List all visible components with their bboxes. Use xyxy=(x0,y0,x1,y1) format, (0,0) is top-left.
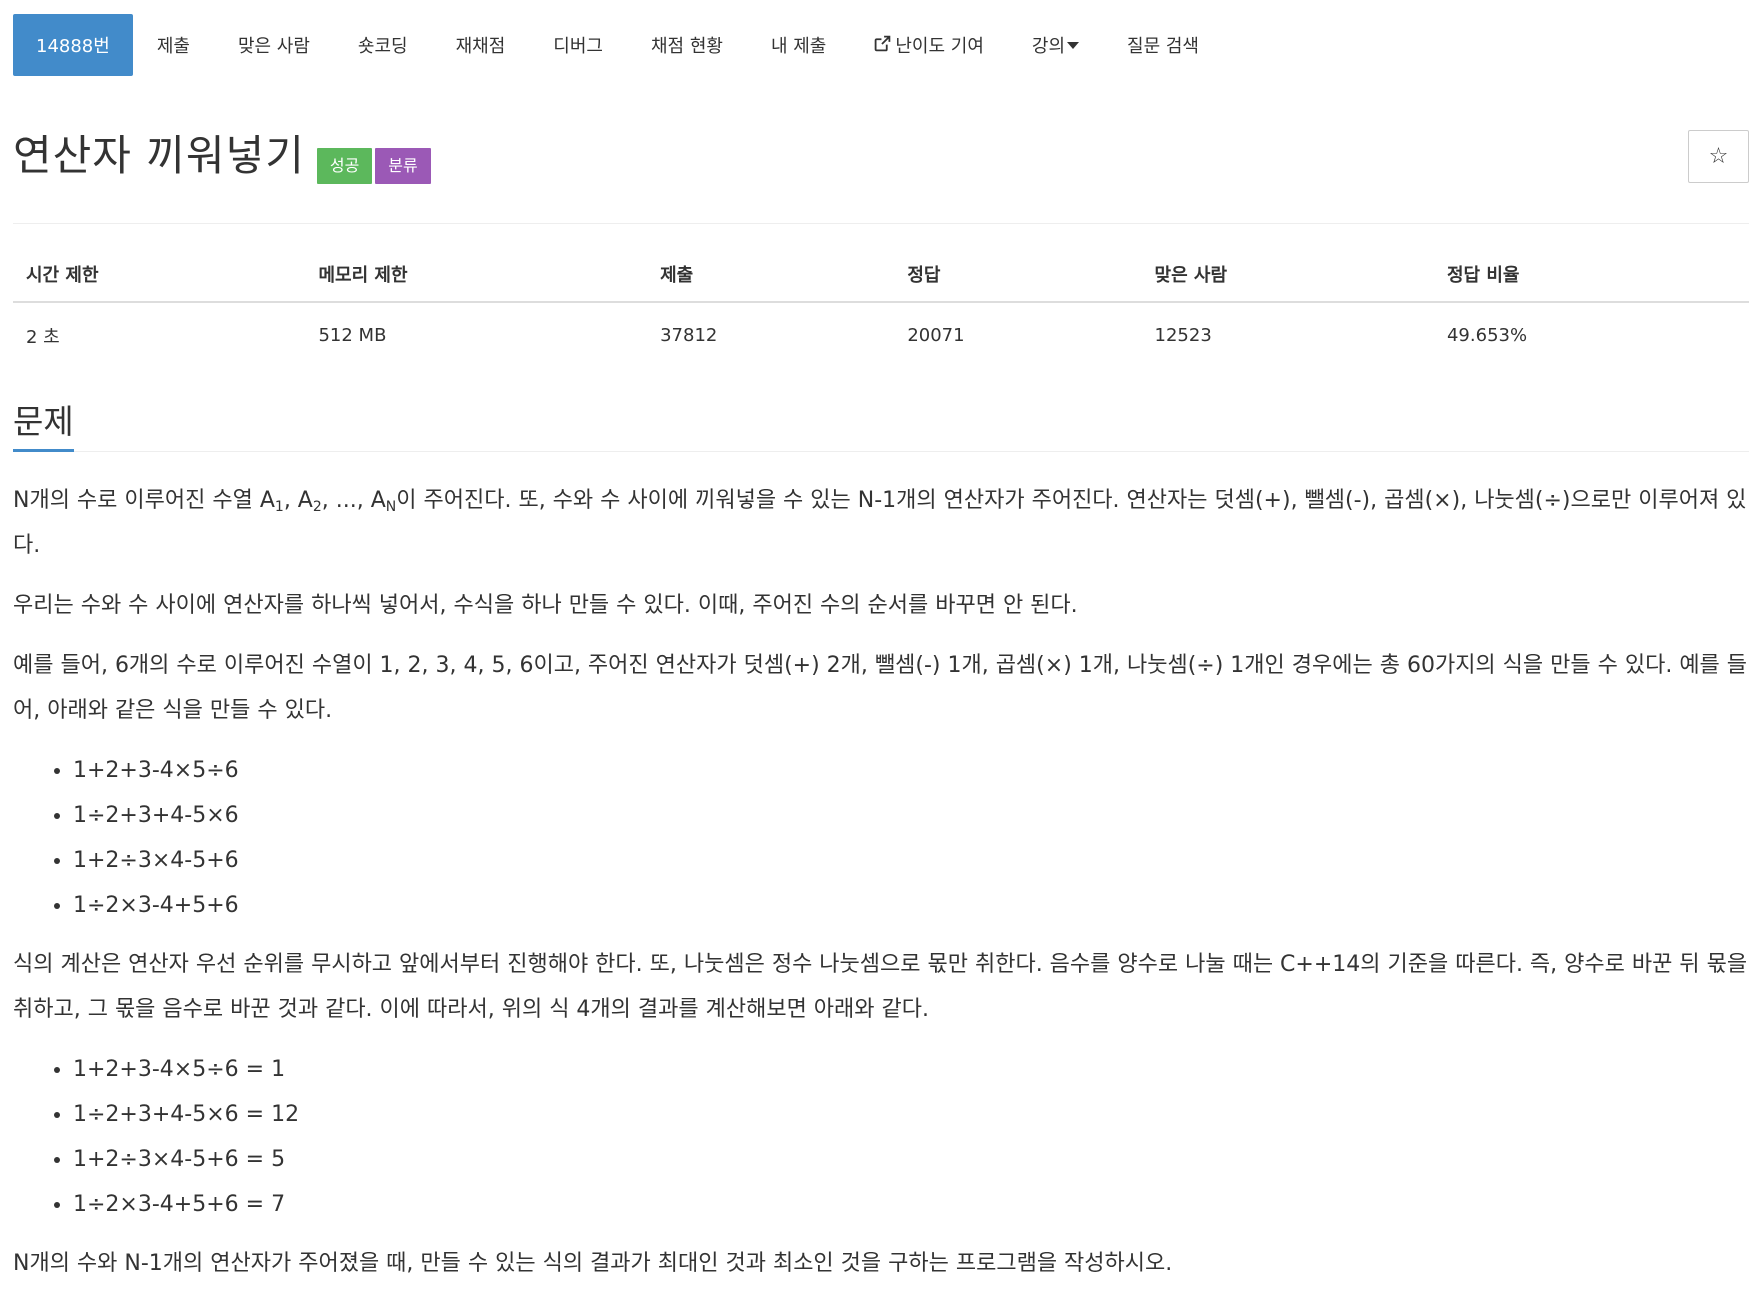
tab-difficulty-contribution[interactable]: 난이도 기여 xyxy=(850,14,1008,76)
subscript: 1 xyxy=(274,499,284,515)
memory-limit-value: 512 MB xyxy=(318,325,387,346)
header-submissions: 제출 xyxy=(647,261,895,303)
favorite-button[interactable]: ☆ xyxy=(1688,130,1749,183)
tab-label: 숏코딩 xyxy=(357,36,408,57)
tab-problem-number[interactable]: 14888번 xyxy=(13,14,133,76)
header-accept-ratio: 정답 비율 xyxy=(1433,261,1749,303)
accepted-value: 20071 xyxy=(907,325,965,346)
tab-label: 난이도 기여 xyxy=(895,36,984,57)
problem-page: 14888번 제출 맞은 사람 숏코딩 재채점 디버그 채점 현황 내 제출 난… xyxy=(0,0,1762,1309)
external-link-icon xyxy=(874,35,891,55)
tab-label: 제출 xyxy=(156,36,190,57)
section-title: 문제 xyxy=(13,402,74,452)
star-icon: ☆ xyxy=(1708,144,1729,169)
tab-label: 디버그 xyxy=(553,36,603,57)
list-item: 1+2÷3×4-5+6 = 5 xyxy=(73,1137,1749,1182)
problem-title: 연산자 끼워넣기 xyxy=(13,131,305,180)
problem-info-table: 시간 제한 메모리 제한 제출 정답 맞은 사람 정답 비율 2 초 512 M… xyxy=(13,261,1749,354)
text: N개의 수로 이루어진 수열 A xyxy=(13,488,275,513)
description-paragraph: 예를 들어, 6개의 수로 이루어진 수열이 1, 2, 3, 4, 5, 6이… xyxy=(13,653,1748,723)
tab-rejudge[interactable]: 재채점 xyxy=(432,14,530,76)
tab-label: 맞은 사람 xyxy=(237,36,310,57)
description-paragraph: 식의 계산은 연산자 우선 순위를 무시하고 앞에서부터 진행해야 한다. 또,… xyxy=(13,952,1748,1022)
subscript: N xyxy=(385,499,397,515)
subscript: 2 xyxy=(312,499,322,515)
category-badge[interactable]: 분류 xyxy=(375,148,431,184)
tab-short-coding[interactable]: 숏코딩 xyxy=(334,14,432,76)
tab-label: 내 제출 xyxy=(770,36,827,57)
header-time-limit: 시간 제한 xyxy=(13,261,306,303)
list-item: 1÷2×3-4+5+6 xyxy=(73,883,1749,928)
section-header: 문제 xyxy=(13,402,1749,452)
tab-label: 14888번 xyxy=(36,36,110,57)
list-item: 1+2+3-4×5÷6 xyxy=(73,748,1749,793)
table-row: 2 초 512 MB 37812 20071 12523 49.653% xyxy=(13,302,1749,354)
tab-label: 재채점 xyxy=(455,36,506,57)
tab-label: 강의 xyxy=(1031,36,1066,57)
problem-header: 연산자 끼워넣기 성공 분류 ☆ xyxy=(13,130,1749,224)
list-item: 1÷2+3+4-5×6 = 12 xyxy=(73,1092,1749,1137)
text: , A xyxy=(283,488,313,513)
submissions-value: 37812 xyxy=(660,325,718,346)
description-paragraph: N개의 수와 N-1개의 연산자가 주어졌을 때, 만들 수 있는 식의 결과가… xyxy=(13,1251,1173,1276)
tab-label: 채점 현황 xyxy=(650,36,723,57)
tab-my-submissions[interactable]: 내 제출 xyxy=(747,14,850,76)
example-expressions-list: 1+2+3-4×5÷6 1÷2+3+4-5×6 1+2÷3×4-5+6 1÷2×… xyxy=(13,748,1749,928)
list-item: 1÷2×3-4+5+6 = 7 xyxy=(73,1182,1749,1227)
list-item: 1÷2+3+4-5×6 xyxy=(73,793,1749,838)
success-badge: 성공 xyxy=(316,148,373,184)
description-paragraph: N개의 수로 이루어진 수열 A1, A2, ..., AN이 주어진다. 또,… xyxy=(13,478,1749,568)
tab-lectures-dropdown[interactable]: 강의 xyxy=(1008,14,1103,76)
header-accepted: 정답 xyxy=(894,261,1142,303)
tab-status[interactable]: 채점 현황 xyxy=(627,14,747,76)
list-item: 1+2÷3×4-5+6 xyxy=(73,838,1749,883)
header-memory-limit: 메모리 제한 xyxy=(305,261,648,303)
tab-label: 질문 검색 xyxy=(1127,36,1199,57)
list-item: 1+2+3-4×5÷6 = 1 xyxy=(73,1047,1749,1092)
description-paragraph: 우리는 수와 수 사이에 연산자를 하나씩 넣어서, 수식을 하나 만들 수 있… xyxy=(13,593,1078,618)
time-limit-value: 2 초 xyxy=(26,326,60,348)
tab-solvers[interactable]: 맞은 사람 xyxy=(214,14,334,76)
problem-nav: 14888번 제출 맞은 사람 숏코딩 재채점 디버그 채점 현황 내 제출 난… xyxy=(13,0,1749,76)
header-solvers: 맞은 사람 xyxy=(1141,261,1434,303)
caret-down-icon xyxy=(1067,39,1080,53)
solvers-value: 12523 xyxy=(1154,325,1212,346)
example-results-list: 1+2+3-4×5÷6 = 1 1÷2+3+4-5×6 = 12 1+2÷3×4… xyxy=(13,1047,1749,1227)
tab-submit[interactable]: 제출 xyxy=(133,14,214,76)
problem-description: N개의 수로 이루어진 수열 A1, A2, ..., AN이 주어진다. 또,… xyxy=(13,478,1749,1286)
tab-question-search[interactable]: 질문 검색 xyxy=(1103,14,1223,76)
table-header-row: 시간 제한 메모리 제한 제출 정답 맞은 사람 정답 비율 xyxy=(13,261,1749,303)
text: , ..., A xyxy=(321,488,386,513)
accept-ratio-value: 49.653% xyxy=(1446,325,1528,346)
tab-debug[interactable]: 디버그 xyxy=(529,14,627,76)
